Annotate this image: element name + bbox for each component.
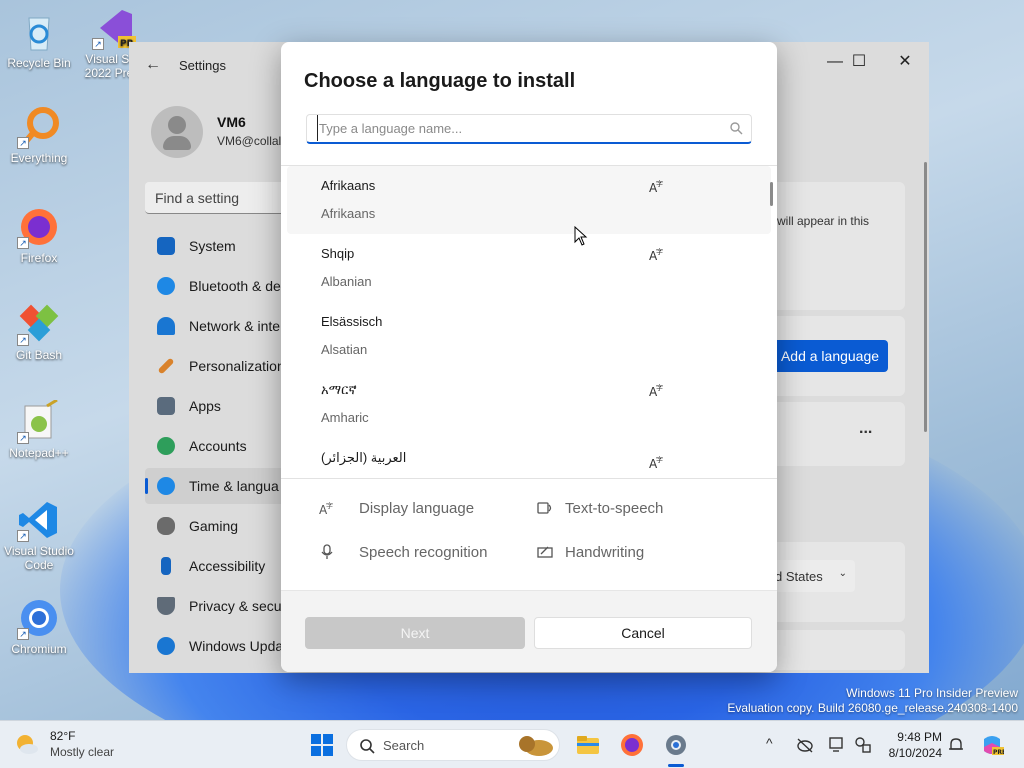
monitor-icon[interactable] [828,736,846,754]
desktop-icon-vscode[interactable]: ↗ Visual Studio Code [1,498,77,572]
svg-text:字: 字 [326,501,333,510]
sidebar-item-accounts[interactable]: Accounts [145,428,285,464]
display-language-icon: A字 [319,501,333,516]
settings-title: Settings [179,58,226,73]
text-to-speech-icon [537,502,552,514]
mouse-cursor-icon [574,226,588,246]
user-name: VM6 [217,114,246,130]
brush-icon [157,357,175,375]
taskbar-search-box[interactable]: Search [346,729,560,761]
os-watermark: Windows 11 Pro Insider Preview Evaluatio… [727,686,1018,715]
display-language-icon: A字 [649,179,663,194]
recycle-bin-icon [17,10,61,54]
active-app-indicator [668,764,684,767]
notification-bell-icon[interactable] [948,736,964,754]
list-item-afrikaans[interactable]: Afrikaans Afrikaans A字 [287,166,771,234]
desktop-icon-notepad-plus-plus[interactable]: ↗ Notepad++ [1,398,77,460]
accessibility-icon [161,557,171,575]
next-button[interactable]: Next [305,617,525,649]
sidebar-item-windows-update[interactable]: Windows Upda [145,628,285,664]
sidebar-item-system[interactable]: System [145,228,285,264]
language-search-input[interactable] [317,115,717,141]
git-bash-icon: ↗ [17,302,61,346]
sidebar-item-network[interactable]: Network & inte [145,308,285,344]
list-item-arabic-algeria[interactable]: العربية (الجزائر) A字 [287,438,771,478]
accounts-icon [157,437,175,455]
svg-text:字: 字 [656,247,663,256]
cancel-button[interactable]: Cancel [534,617,752,649]
svg-text:字: 字 [656,179,663,188]
firefox-icon[interactable] [618,731,646,759]
taskbar: 82°F Mostly clear Search ^ 9:48 PM 8/10/… [0,720,1024,768]
desktop-icon-git-bash[interactable]: ↗ Git Bash [1,302,77,362]
chromium-icon: ↗ [17,596,61,640]
search-icon [730,122,743,135]
cloud-off-icon[interactable] [796,737,814,753]
chevron-down-icon: ⌄ [838,568,847,579]
desktop-icon-chromium[interactable]: ↗ Chromium [1,596,77,656]
avatar [151,106,203,158]
desktop-icon-firefox[interactable]: ↗ Firefox [1,205,77,265]
back-arrow-icon[interactable]: ← [145,56,161,74]
apps-icon [157,397,175,415]
divider [281,478,777,479]
desktop-icon-recycle-bin[interactable]: Recycle Bin [1,10,77,70]
dialog-footer: Next Cancel [281,590,777,672]
chevron-up-icon[interactable]: ^ [766,735,773,751]
gamepad-icon [157,517,175,535]
sidebar-item-time-language[interactable]: Time & langua [145,468,285,504]
globe-clock-icon [157,477,175,495]
display-language-icon: A字 [649,455,663,470]
dialog-title: Choose a language to install [304,70,576,92]
svg-text:字: 字 [656,455,663,464]
close-icon[interactable]: ✕ [883,48,927,76]
language-search-box[interactable] [306,114,752,144]
list-item-albanian[interactable]: Shqip Albanian A字 [287,234,771,302]
search-icon [360,739,375,754]
file-explorer-icon[interactable] [574,731,602,759]
sidebar-item-privacy[interactable]: Privacy & secu [145,588,285,624]
display-language-icon: A字 [649,247,663,262]
network-disconnected-icon[interactable] [854,736,872,754]
moon-cloud-icon [17,735,38,754]
notepad-plus-plus-icon: ↗ [17,398,61,444]
update-icon [157,637,175,655]
maximize-icon[interactable]: ☐ [837,48,881,76]
copilot-icon[interactable]: PRE [980,733,1004,757]
settings-scrollbar[interactable] [924,162,927,432]
list-item-alsatian[interactable]: Elsässisch Alsatian [287,302,771,370]
sidebar-item-personalization[interactable]: Personalization [145,348,285,384]
list-item-amharic[interactable]: አማርኛ Amharic A字 [287,370,771,438]
search-highlight-lion-icon [519,736,553,756]
firefox-icon: ↗ [17,205,61,249]
network-icon [157,317,175,335]
svg-text:PRE: PRE [993,749,1004,756]
language-list: Afrikaans Afrikaans A字 Shqip Albanian A字… [281,166,777,478]
settings-gear-icon[interactable] [662,731,690,759]
add-language-button[interactable]: Add a language [772,340,888,372]
handwriting-icon [537,546,553,558]
find-setting-input[interactable]: Find a setting [145,182,285,214]
svg-text:字: 字 [656,383,663,392]
windows-start-icon[interactable] [308,731,336,759]
sidebar-item-accessibility[interactable]: Accessibility [145,548,285,584]
taskbar-clock[interactable]: 9:48 PM 8/10/2024 [884,729,942,761]
user-email: VM6@collal [217,134,282,148]
sidebar-item-bluetooth[interactable]: Bluetooth & de [145,268,285,304]
choose-language-dialog: Choose a language to install Afrikaans A… [281,42,777,672]
more-options-icon[interactable]: ... [859,420,872,438]
microphone-icon [321,544,333,559]
desktop-icon-everything[interactable]: ↗ Everything [1,105,77,165]
shield-icon [157,597,175,615]
bluetooth-icon [157,277,175,295]
system-icon [157,237,175,255]
sidebar-item-apps[interactable]: Apps [145,388,285,424]
vscode-icon: ↗ [17,498,61,542]
language-list-scrollbar[interactable] [770,182,773,206]
everything-icon: ↗ [17,105,61,149]
display-language-icon: A字 [649,383,663,398]
region-dropdown[interactable]: d States ⌄ [769,560,855,592]
sidebar-item-gaming[interactable]: Gaming [145,508,285,544]
